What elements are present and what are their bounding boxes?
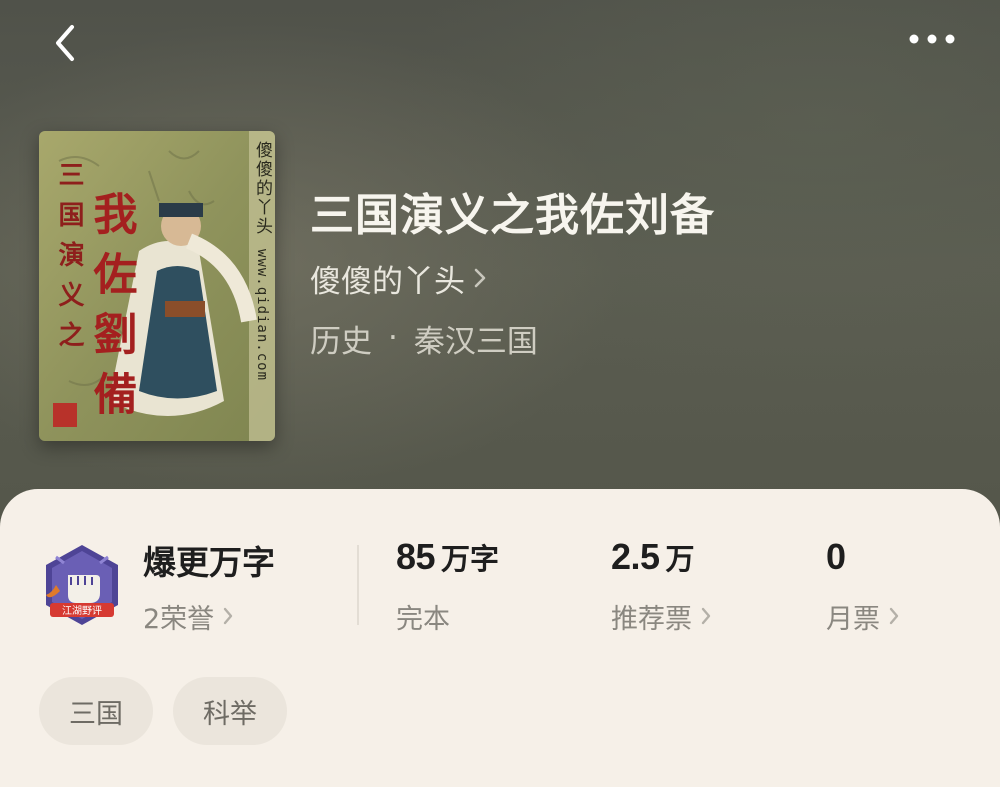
chevron-right-icon [889,607,899,625]
book-status: 完本 [396,603,450,635]
status-label-row: 完本 [396,594,450,638]
fist-shield-badge-icon: 江湖野评 [46,545,118,625]
cover-title-big: 我佐劉備 [86,191,139,431]
stat-monthly[interactable]: 0 月票 [826,536,900,638]
cover-author: 傻傻的丫头 [252,141,273,236]
word-count-value: 85 [396,536,436,577]
book-cover[interactable]: 我佐劉備 三国演义之 傻傻的丫头 www.qidian.com [39,131,275,441]
honor-block[interactable]: 爆更万字 2荣誉 [143,536,343,638]
chevron-right-icon [223,607,233,625]
chevron-left-icon [56,25,74,61]
honor-title: 爆更万字 [143,543,275,582]
chevron-right-icon [701,607,711,625]
badge-text: 江湖野评 [62,605,102,617]
cover-title-small: 三国演义之 [54,161,84,361]
author-link[interactable]: 傻傻的丫头 [310,256,487,300]
chevron-right-icon [474,268,486,288]
recommend-label: 推荐票 [611,603,692,635]
tag-chip[interactable]: 三国 [39,677,153,745]
genre-separator: · [388,320,398,356]
monthly-link[interactable]: 月票 [826,594,900,638]
monthly-label: 月票 [826,603,880,635]
tag-chip[interactable]: 科举 [173,677,287,745]
book-title: 三国演义之我佐刘备 [310,190,715,241]
honor-count-link[interactable]: 2荣誉 [143,594,234,638]
back-button[interactable] [38,16,92,70]
honor-count: 2荣誉 [143,603,215,635]
honor-badge[interactable]: 江湖野评 [40,541,124,629]
author-name: 傻傻的丫头 [310,263,465,300]
tag-list: 三国 科举 [39,677,287,745]
word-count-unit: 万字 [441,542,500,576]
more-horizontal-icon [909,34,955,44]
cover-site: www.qidian.com [254,249,270,381]
recommend-unit: 万 [665,542,695,576]
subcategory-link[interactable]: 秦汉三国 [414,316,538,361]
category-link[interactable]: 历史 [310,316,372,361]
stat-recommend[interactable]: 2.5 万 推荐票 [611,536,712,638]
recommend-value: 2.5 [611,536,660,577]
stats-divider [357,545,359,625]
monthly-value: 0 [826,536,846,577]
more-button[interactable] [900,16,964,62]
genre-row: 历史 · 秦汉三国 [310,316,950,360]
recommend-link[interactable]: 推荐票 [611,594,712,638]
book-info: 三国演义之我佐刘备 傻傻的丫头 历史 · 秦汉三国 [310,186,950,360]
stat-word-count: 85 万字 完本 [396,536,499,638]
